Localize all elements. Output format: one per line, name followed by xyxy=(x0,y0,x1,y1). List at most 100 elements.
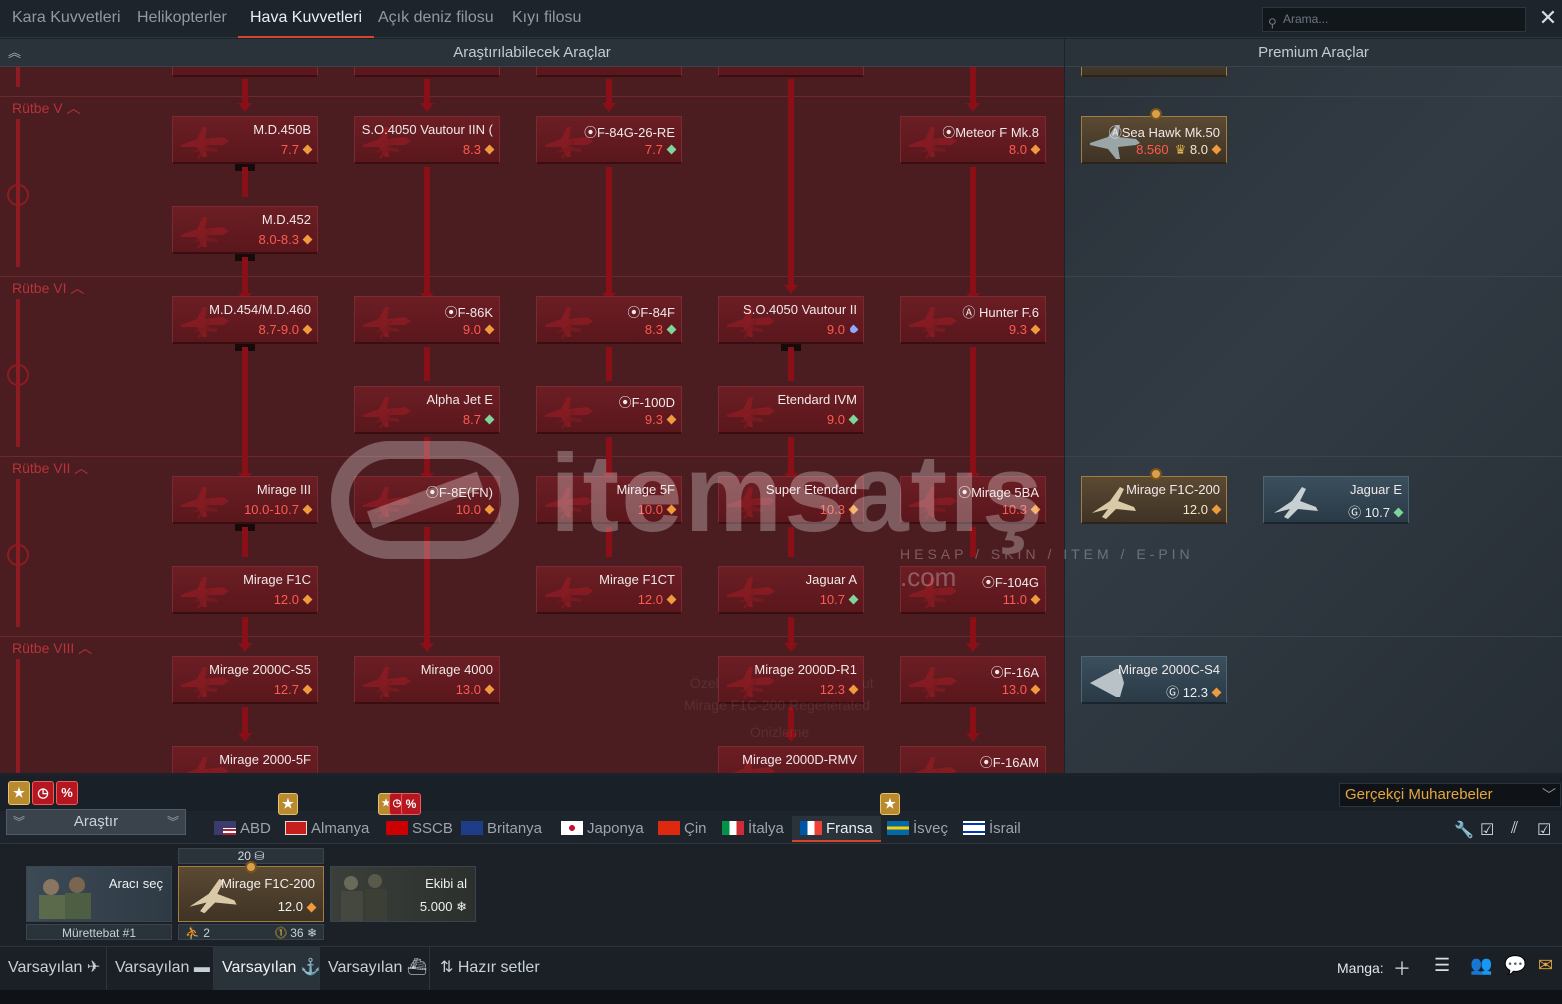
vehicle-card-partial[interactable] xyxy=(536,67,682,77)
search-icon: ⚲ xyxy=(1268,16,1277,30)
wrench-icon[interactable]: 🔧 xyxy=(1454,820,1474,840)
tab-hava-kuvvetleri[interactable]: Hava Kuvvetleri xyxy=(238,0,375,38)
research-tree[interactable]: Rütbe V ︿ Rütbe VI ︿ Rütbe VII ︿ Rütbe V… xyxy=(0,67,1064,773)
overlay-text: Önizleme xyxy=(750,724,810,740)
plane-icon xyxy=(545,577,593,609)
vehicle-card[interactable]: ⦿F-104G 11.0 xyxy=(900,566,1046,614)
nation-tab-britain[interactable]: Britanya xyxy=(461,816,542,842)
vehicle-card[interactable]: ⦿F-16AM xyxy=(900,746,1046,773)
vehicle-card[interactable]: M.D.450B 7.7 xyxy=(172,116,318,164)
vehicle-card[interactable]: ⦿F-86K 9.0 xyxy=(354,296,500,344)
vehicle-card[interactable]: Alpha Jet E 8.7 xyxy=(354,386,500,434)
research-button[interactable]: ︾ Araştır ︾ xyxy=(6,809,186,835)
mail-icon[interactable]: ✉ xyxy=(1538,955,1553,976)
vehicle-card-partial[interactable] xyxy=(354,67,500,77)
premium-card-mirage-f1c-200[interactable]: Mirage F1C-200 12.0 xyxy=(1081,468,1227,524)
crew-slot-label: Aracı seç xyxy=(108,876,163,891)
vehicle-slot[interactable]: Mirage F1C-200 12.0 xyxy=(178,861,324,922)
presets-button[interactable]: ⇅ Hazır setler xyxy=(432,946,552,990)
list-icon[interactable]: ☰ xyxy=(1434,955,1450,976)
nation-tab-japan[interactable]: Japonya xyxy=(561,816,644,842)
multi-repair-icon[interactable]: ⫽ xyxy=(1511,820,1518,838)
friends-icon[interactable]: 👥 xyxy=(1470,955,1492,976)
vehicle-card[interactable]: Super Etendard 10.3 xyxy=(718,476,864,524)
nation-tab-sweden[interactable]: İsveç xyxy=(887,816,948,842)
buy-crew-price: 5.000 xyxy=(419,899,453,914)
nation-tab-germany[interactable]: Almanya xyxy=(285,816,369,842)
tab-kara-kuvvetleri[interactable]: Kara Kuvvetleri xyxy=(0,0,133,38)
discount-badge-icon: % xyxy=(401,793,421,815)
vehicle-card[interactable]: Jaguar A 10.7 xyxy=(718,566,864,614)
crew-slot-select[interactable]: Aracı seç xyxy=(26,866,172,922)
vehicle-card[interactable]: Mirage 2000C-S5 12.7 xyxy=(172,656,318,704)
timer-badge-icon[interactable]: ◷ xyxy=(32,781,54,805)
crew-count-icon: ⛹ xyxy=(185,926,200,940)
diamond-icon xyxy=(848,504,859,515)
premium-card-sea-hawk[interactable]: ⒶSea Hawk Mk.50 8.560 ♛ 8.0 xyxy=(1081,108,1227,164)
close-icon[interactable]: ✕ xyxy=(1536,6,1560,30)
rank-label-viii[interactable]: Rütbe VIII ︿ xyxy=(12,638,92,658)
vehicle-card[interactable]: Mirage 4000 13.0 xyxy=(354,656,500,704)
vehicle-card[interactable]: M.D.454/M.D.460 8.7-9.0 xyxy=(172,296,318,344)
vehicle-card[interactable]: ⦿F-84G-26-RE 7.7 xyxy=(536,116,682,164)
chat-icon[interactable]: 💬 xyxy=(1504,955,1526,976)
vehicle-card[interactable]: Mirage F1C 12.0 xyxy=(172,566,318,614)
checkbox-checked-icon[interactable]: ☑ xyxy=(1537,820,1551,840)
vehicle-card[interactable]: ⦿F-8E(FN) 10.0 xyxy=(354,476,500,524)
vehicle-card[interactable]: S.O.4050 Vautour II 9.0 xyxy=(718,296,864,344)
add-squad-icon[interactable]: ＋ xyxy=(1393,955,1411,981)
nation-tab-italy[interactable]: İtalya xyxy=(722,816,784,842)
vehicle-card[interactable]: Ⓐ Hunter F.6 9.3 xyxy=(900,296,1046,344)
vehicle-br: 12.0 xyxy=(1182,502,1208,517)
premium-card-partial[interactable] xyxy=(1081,67,1227,77)
vehicle-card[interactable]: ⦿F-100D 9.3 xyxy=(536,386,682,434)
vehicle-card[interactable]: ⦿F-16A 13.0 xyxy=(900,656,1046,704)
preset-ship[interactable]: Varsayılan ⛴ xyxy=(320,946,430,990)
diamond-icon xyxy=(306,902,317,913)
tree-connector xyxy=(788,437,794,477)
vehicle-card[interactable]: ⦿Mirage 5BA 10.3 xyxy=(900,476,1046,524)
checkbox-checked-icon[interactable]: ☑ xyxy=(1480,820,1494,840)
buy-crew-slot[interactable]: Ekibi al 5.000 ❄ xyxy=(330,866,476,922)
vehicle-card[interactable]: M.D.452 8.0-8.3 xyxy=(172,206,318,254)
premium-card-jaguar-e[interactable]: Jaguar E Ⓖ 10.7 xyxy=(1263,476,1409,524)
tab-acik-deniz-filosu[interactable]: Açık deniz filosu xyxy=(366,0,506,38)
vehicle-card[interactable]: S.O.4050 Vautour IIN (8.3 xyxy=(354,116,500,164)
tree-connector xyxy=(788,79,794,289)
collapse-up-icon[interactable]: ︽ xyxy=(8,45,21,61)
preset-tank[interactable]: Varsayılan ▬ xyxy=(107,946,214,990)
nation-tab-israel[interactable]: İsrail xyxy=(963,816,1021,842)
vehicle-card[interactable]: Etendard IVM 9.0 xyxy=(718,386,864,434)
vehicle-card[interactable]: Mirage 2000-5F xyxy=(172,746,318,773)
star-badge-icon[interactable]: ★ xyxy=(8,781,30,805)
preset-aircraft[interactable]: Varsayılan ✈ xyxy=(0,946,107,990)
vehicle-card[interactable]: ⦿Meteor F Mk.8 8.0 xyxy=(900,116,1046,164)
rank-label-vii[interactable]: Rütbe VII ︿ xyxy=(12,458,88,478)
premium-tree[interactable]: ⒶSea Hawk Mk.50 8.560 ♛ 8.0 Mirage F1C-20… xyxy=(1065,67,1562,773)
preset-helicopter[interactable]: Varsayılan ⚓ xyxy=(214,946,321,990)
nation-tab-ussr[interactable]: SSCB xyxy=(386,816,453,842)
vehicle-card[interactable]: Mirage 2000D-RMV xyxy=(718,746,864,773)
flag-britain-icon xyxy=(461,821,483,835)
nation-tab-france[interactable]: Fransa xyxy=(792,816,881,842)
premium-card-mirage-2000c-s4[interactable]: Mirage 2000C-S4 Ⓖ 12.3 xyxy=(1081,656,1227,704)
vehicle-card-partial[interactable] xyxy=(172,67,318,77)
rank-label-vi[interactable]: Rütbe VI ︿ xyxy=(12,278,84,298)
search-input[interactable]: ⚲ Arama... xyxy=(1262,7,1526,32)
crew-soldiers-icon xyxy=(341,874,387,921)
vehicle-card[interactable]: Mirage 5F 10.0 xyxy=(536,476,682,524)
nation-tab-china[interactable]: Çin xyxy=(658,816,707,842)
vehicle-card[interactable]: ⦿F-84F 8.3 xyxy=(536,296,682,344)
rank-label-v[interactable]: Rütbe V ︿ xyxy=(12,98,80,118)
discount-badge-icon[interactable]: % xyxy=(56,781,78,805)
rank-separator xyxy=(1065,96,1562,97)
nation-tab-usa[interactable]: ABD xyxy=(214,816,271,842)
diamond-icon xyxy=(302,144,313,155)
vehicle-card[interactable]: Mirage III 10.0-10.7 xyxy=(172,476,318,524)
tab-kiyi-filosu[interactable]: Kıyı filosu xyxy=(500,0,593,38)
vehicle-card-partial[interactable] xyxy=(718,67,864,77)
vehicle-card[interactable]: Mirage F1CT 12.0 xyxy=(536,566,682,614)
battle-mode-select[interactable]: Gerçekçi Muharebeler ﹀ xyxy=(1339,783,1561,807)
tab-helikopterler[interactable]: Helikopterler xyxy=(125,0,239,38)
rank-separator xyxy=(0,96,1064,97)
